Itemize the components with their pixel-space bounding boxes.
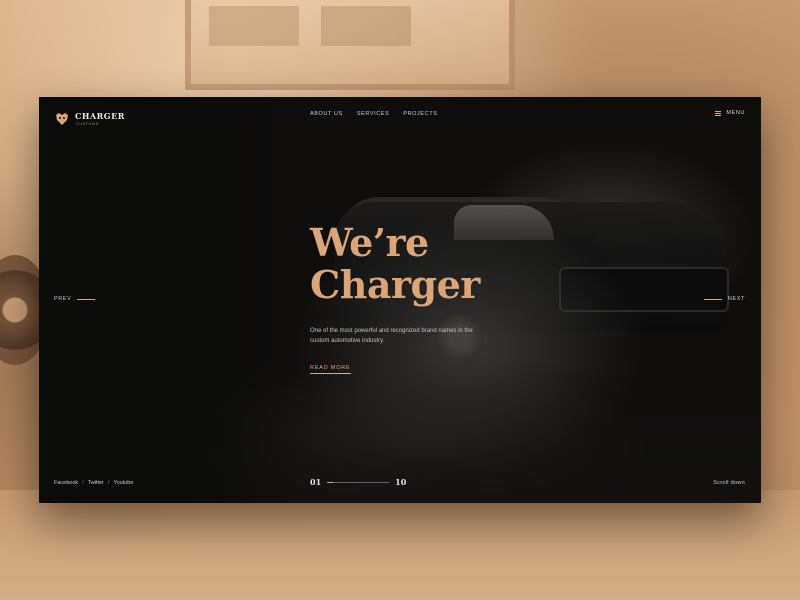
prev-button[interactable]: PREV [54,296,96,302]
slide-pager: 01 10 [310,477,406,487]
nav-projects[interactable]: PROJECTS [403,111,437,117]
nav-services[interactable]: SERVICES [357,111,390,117]
social-links: Facebook / Twitter / Youtube [54,480,133,486]
pager-current: 01 [310,477,322,487]
menu-button[interactable]: MENU [715,110,745,116]
hero-title: We’re Charger [310,222,480,306]
separator: / [82,480,84,486]
hero-description: One of the most powerful and recognized … [310,328,473,344]
brand-logo[interactable]: CHARGER CUSTOMS [55,112,125,127]
pager-track[interactable] [327,481,390,483]
backdrop-building [185,0,515,90]
separator: / [107,480,110,486]
read-more-link[interactable]: READ MORE [310,365,351,374]
facebook-link[interactable]: Facebook [54,480,78,486]
brand-tagline: CUSTOMS [76,122,100,126]
prev-label: PREV [54,296,72,302]
pager-progress [327,481,334,483]
next-label: NEXT [727,296,745,302]
next-button[interactable]: NEXT [703,296,745,302]
twitter-link[interactable]: Twitter [88,480,104,486]
hero-title-line1: We’re [310,220,429,265]
nav-about-us[interactable]: ABOUT US [310,111,343,117]
next-line [703,298,722,300]
bulldog-icon [55,113,69,126]
main-nav: ABOUT US SERVICES PROJECTS [310,111,437,117]
scroll-down-link[interactable]: Scroll down [713,480,745,486]
menu-label: MENU [726,110,745,116]
hero-title-line2: Charger [310,262,480,307]
backdrop-ground [0,490,800,600]
pager-total: 10 [395,477,407,487]
prev-line [77,298,96,300]
brand-name: CHARGER [75,111,125,121]
hero-card: CHARGER CUSTOMS ABOUT US SERVICES PROJEC… [39,97,761,503]
hamburger-icon [715,110,722,116]
youtube-link[interactable]: Youtube [113,480,133,486]
